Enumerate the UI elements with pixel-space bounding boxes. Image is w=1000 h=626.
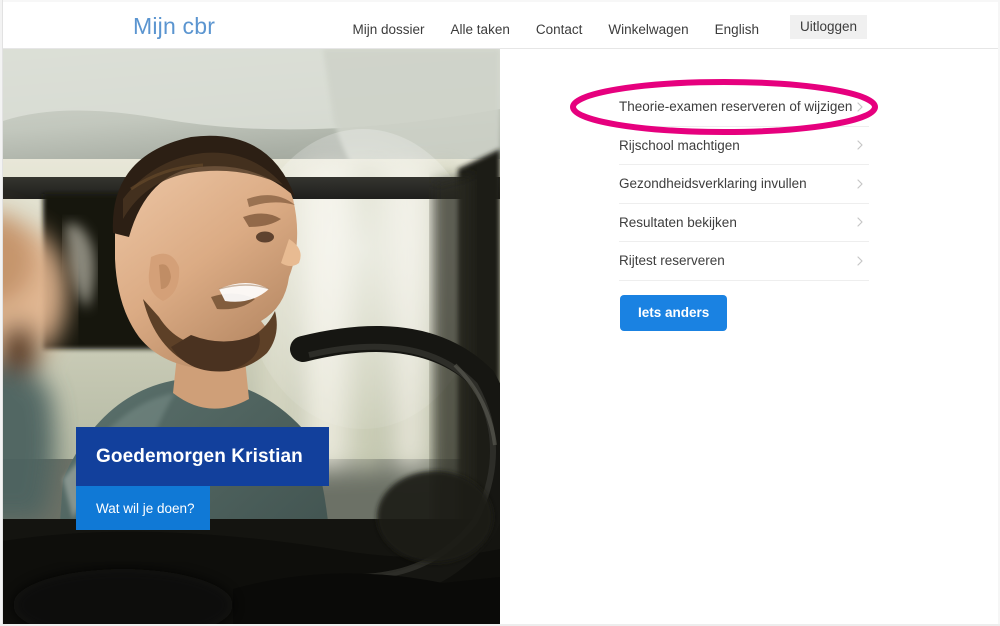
greeting-text: Goedemorgen Kristian [96, 445, 303, 467]
task-menu: Theorie-examen reserveren of wijzigen Ri… [619, 88, 869, 281]
menu-item-gezondheidsverklaring[interactable]: Gezondheidsverklaring invullen [619, 165, 869, 204]
site-logo[interactable]: Mijn cbr [133, 13, 215, 40]
menu-item-rijtest-reserveren[interactable]: Rijtest reserveren [619, 242, 869, 281]
hero-photo: Goedemorgen Kristian Wat wil je doen? [3, 49, 500, 624]
menu-item-label: Rijschool machtigen [619, 137, 740, 153]
chevron-right-icon [855, 256, 865, 266]
chevron-right-icon [855, 179, 865, 189]
page-root: Mijn cbr Mijn dossier Alle taken Contact… [0, 0, 1000, 626]
nav-item-english[interactable]: English [715, 22, 759, 37]
nav-item-contact[interactable]: Contact [536, 22, 583, 37]
chevron-right-icon [855, 102, 865, 112]
chevron-right-icon [855, 217, 865, 227]
menu-item-label: Resultaten bekijken [619, 214, 737, 230]
menu-item-resultaten-bekijken[interactable]: Resultaten bekijken [619, 204, 869, 242]
nav-item-mijn-dossier[interactable]: Mijn dossier [353, 22, 425, 37]
hero-photo-illustration [3, 49, 500, 624]
iets-anders-button[interactable]: Iets anders [620, 295, 728, 331]
site-header: Mijn cbr Mijn dossier Alle taken Contact… [3, 2, 998, 49]
subgreeting-banner: Wat wil je doen? [76, 486, 210, 530]
greeting-banner: Goedemorgen Kristian [76, 427, 329, 486]
nav-item-alle-taken[interactable]: Alle taken [451, 22, 510, 37]
menu-item-label: Theorie-examen reserveren of wijzigen [619, 99, 853, 115]
logout-button[interactable]: Uitloggen [789, 15, 867, 39]
subgreeting-text: Wat wil je doen? [96, 500, 195, 516]
chevron-right-icon [855, 140, 865, 150]
menu-item-theorie-examen[interactable]: Theorie-examen reserveren of wijzigen [619, 88, 869, 127]
menu-item-rijschool-machtigen[interactable]: Rijschool machtigen [619, 127, 869, 165]
menu-item-label: Rijtest reserveren [619, 253, 725, 269]
nav-item-winkelwagen[interactable]: Winkelwagen [608, 22, 688, 37]
main-navigation: Mijn dossier Alle taken Contact Winkelwa… [353, 15, 867, 39]
menu-item-label: Gezondheidsverklaring invullen [619, 176, 807, 192]
